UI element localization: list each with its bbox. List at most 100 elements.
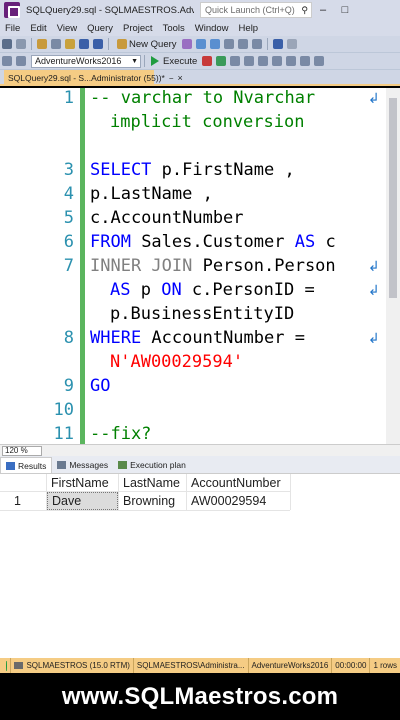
close-icon[interactable]: × (178, 73, 183, 83)
scrollbar-thumb[interactable] (389, 98, 397, 298)
cancel-query-icon[interactable] (202, 56, 213, 66)
word-wrap-icon: ↲ (368, 90, 380, 106)
maximize-button[interactable]: □ (334, 0, 356, 20)
query-editor[interactable]: 1 3 4 5 6 7 8 9 10 11 -- varchar to Nvar… (0, 88, 400, 444)
results-to-grid-icon[interactable] (272, 56, 283, 66)
copy-icon[interactable] (237, 39, 248, 49)
menu-help[interactable]: Help (234, 23, 264, 34)
query-options-icon[interactable] (244, 56, 255, 66)
new-file-icon[interactable] (37, 39, 47, 49)
word-wrap-icon: ↲ (368, 330, 380, 346)
cut-icon[interactable] (223, 39, 234, 49)
paste-icon[interactable] (251, 39, 262, 49)
line-number: 7 (63, 256, 74, 276)
server-icon (14, 662, 24, 669)
line-number: 10 (53, 400, 74, 420)
menu-edit[interactable]: Edit (25, 23, 51, 34)
change-connection-icon[interactable] (16, 56, 26, 66)
results-tab-strip: Results Messages Execution plan (0, 456, 400, 474)
code-text: p (130, 280, 162, 300)
display-plan-icon[interactable] (230, 56, 241, 66)
line-number: 1 (63, 88, 74, 108)
database-query-icon[interactable] (181, 39, 192, 49)
new-query-label: New Query (129, 38, 177, 50)
column-header-firstname[interactable]: FirstName (47, 474, 118, 491)
status-server-text: SQLMAESTROS (15.0 RTM) (26, 661, 130, 670)
analysis-query-icon[interactable] (195, 39, 206, 49)
parse-icon[interactable] (216, 56, 227, 66)
messages-icon (57, 461, 67, 469)
column-header-accountnumber[interactable]: AccountNumber (187, 474, 290, 491)
grid-icon (6, 461, 15, 470)
intellisense-icon[interactable] (258, 56, 269, 66)
tab-results[interactable]: Results (0, 457, 53, 473)
chevron-down-icon: ▼ (131, 57, 138, 65)
menu-query[interactable]: Query (82, 23, 118, 34)
redo-icon[interactable] (286, 39, 297, 49)
tab-execution-plan[interactable]: Execution plan (113, 457, 191, 473)
open-icon[interactable] (51, 39, 61, 49)
status-user-text: SQLMAESTROS\Administra... (136, 661, 245, 670)
database-select-value: AdventureWorks2016 (35, 56, 122, 66)
status-rows: 1 rows (369, 658, 400, 673)
editor-vertical-scrollbar[interactable] (386, 88, 400, 444)
line-number: 3 (63, 160, 74, 180)
change-tracking-bar (80, 88, 85, 444)
keyword: WHERE (90, 328, 142, 348)
line-number: 4 (63, 184, 74, 204)
line-number: 6 (63, 232, 74, 252)
save-all-icon[interactable] (93, 39, 103, 49)
keyword: SELECT (90, 160, 152, 180)
cell-firstname[interactable]: Dave (47, 492, 118, 510)
menu-project[interactable]: Project (118, 23, 158, 34)
column-header-lastname[interactable]: LastName (119, 474, 186, 491)
status-elapsed-text: 00:00:00 (335, 661, 367, 670)
keyword: AS (294, 232, 316, 252)
results-grid[interactable]: FirstName LastName AccountNumber 1 Dave … (0, 474, 400, 658)
menu-tools[interactable]: Tools (158, 23, 190, 34)
tab-label: SQLQuery29.sql - S...Administrator (55))… (8, 73, 165, 83)
tab-messages[interactable]: Messages (52, 457, 113, 473)
cell-accountnumber[interactable]: AW00029594 (187, 492, 290, 510)
database-select[interactable]: AdventureWorks2016 ▼ (31, 54, 141, 68)
zoom-select[interactable]: 120 % (2, 445, 42, 456)
keyword: ON (161, 280, 182, 300)
undo-icon[interactable] (272, 39, 283, 49)
row-number[interactable]: 1 (10, 492, 46, 510)
code-text: Sales.Customer (130, 232, 295, 252)
status-server: SQLMAESTROS (15.0 RTM) (10, 658, 132, 673)
code-text: c (315, 232, 336, 252)
menu-window[interactable]: Window (190, 23, 234, 34)
execute-button[interactable]: Execute (151, 56, 197, 67)
title-bar: SQLQuery29.sql - SQLMAESTROS.Adventure..… (0, 0, 400, 20)
uncomment-icon[interactable] (314, 56, 325, 66)
menu-bar: File Edit View Query Project Tools Windo… (0, 20, 400, 36)
search-icon: ⚲ (301, 4, 308, 15)
line-number: 5 (63, 208, 74, 228)
code-text: Person.Person (192, 256, 336, 276)
code-line: p.LastName , (90, 184, 213, 204)
status-database: AdventureWorks2016 (247, 658, 332, 673)
keyword: INNER JOIN (90, 256, 193, 276)
menu-file[interactable]: File (0, 23, 25, 34)
tab-sqlquery29[interactable]: SQLQuery29.sql - S...Administrator (55))… (4, 70, 183, 86)
cell-lastname[interactable]: Browning (119, 492, 186, 510)
save-icon[interactable] (79, 39, 89, 49)
menu-view[interactable]: View (52, 23, 82, 34)
grid-line (0, 510, 290, 511)
new-query-button[interactable]: New Query (115, 39, 177, 50)
back-icon[interactable] (2, 39, 12, 49)
code-line: --fix? (90, 424, 152, 444)
quick-launch-input[interactable]: Quick Launch (Ctrl+Q) ⚲ (200, 2, 312, 18)
pin-icon[interactable]: − (169, 74, 174, 83)
zoom-value: 120 % (5, 446, 28, 455)
results-to-text-icon[interactable] (286, 56, 297, 66)
comment-icon[interactable] (300, 56, 311, 66)
forward-icon[interactable] (16, 39, 26, 49)
connect-icon[interactable] (2, 56, 12, 66)
standard-toolbar: New Query (0, 36, 400, 53)
folder-icon[interactable] (65, 39, 75, 49)
minimize-button[interactable]: – (312, 0, 334, 20)
code-line: GO (90, 376, 111, 396)
mdx-query-icon[interactable] (209, 39, 220, 49)
